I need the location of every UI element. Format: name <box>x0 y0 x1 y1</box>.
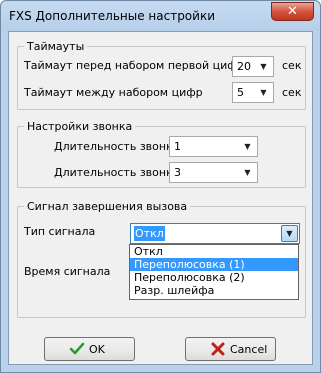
first-digit-timeout-unit: сек <box>282 59 302 72</box>
ok-button[interactable]: OK <box>44 337 135 361</box>
timeouts-legend: Таймауты <box>24 40 88 53</box>
first-digit-timeout-label: Таймаут перед набором первой цифры <box>24 59 253 72</box>
between-digits-timeout-value: 5 <box>237 86 244 99</box>
first-digit-timeout-value: 20 <box>237 60 251 73</box>
dropdown-option[interactable]: Откл <box>130 245 298 258</box>
ring-duration-1-label: Длительность звонка <box>54 140 180 153</box>
signal-type-select[interactable]: Откл ▼ <box>130 223 300 244</box>
window-title: FXS Дополнительные настройки <box>9 9 215 23</box>
first-digit-timeout-select[interactable]: 20 ▼ <box>232 56 274 77</box>
chevron-down-icon[interactable]: ▼ <box>256 85 271 100</box>
between-digits-timeout-label: Таймаут между набором цифр <box>24 86 203 99</box>
ring-duration-2-label: Длительность звонка <box>54 166 180 179</box>
signal-type-dropdown-list[interactable]: Откл Переполюсовка (1) Переполюсовка (2)… <box>129 244 299 300</box>
checkmark-icon <box>69 342 85 355</box>
dialog-client-area: Таймауты Таймаут перед набором первой ци… <box>8 31 313 365</box>
chevron-down-icon[interactable]: ▼ <box>281 225 298 242</box>
ok-button-label: OK <box>89 343 105 356</box>
dialog-window: FXS Дополнительные настройки ✕ Таймауты … <box>0 0 321 373</box>
dropdown-option[interactable]: Разр. шлейфа <box>130 284 298 297</box>
cancel-button-label: Cancel <box>230 343 268 356</box>
cancel-x-icon <box>211 342 225 356</box>
ring-settings-group: Настройки звонка Длительность звонка 1 ▼… <box>17 120 306 188</box>
ring-duration-1-select[interactable]: 1 ▼ <box>169 136 258 157</box>
ring-duration-1-value: 1 <box>174 140 181 153</box>
chevron-down-icon[interactable]: ▼ <box>256 59 271 74</box>
chevron-down-icon[interactable]: ▼ <box>240 139 255 154</box>
between-digits-timeout-unit: сек <box>282 86 302 99</box>
close-button[interactable]: ✕ <box>271 2 314 21</box>
title-bar[interactable]: FXS Дополнительные настройки ✕ <box>1 1 320 31</box>
cancel-button[interactable]: Cancel <box>185 337 276 361</box>
timeouts-group: Таймауты Таймаут перед набором первой ци… <box>17 40 306 110</box>
ring-settings-legend: Настройки звонка <box>24 120 136 133</box>
dropdown-option[interactable]: Переполюсовка (2) <box>130 271 298 284</box>
ring-duration-2-value: 3 <box>174 166 181 179</box>
end-signal-legend: Сигнал завершения вызова <box>24 200 191 213</box>
signal-time-label: Время сигнала <box>24 265 111 278</box>
signal-type-selected-value: Откл <box>134 226 165 241</box>
ring-duration-2-select[interactable]: 3 ▼ <box>169 162 258 183</box>
chevron-down-icon[interactable]: ▼ <box>240 165 255 180</box>
dropdown-option[interactable]: Переполюсовка (1) <box>130 258 298 271</box>
signal-type-label: Тип сигнала <box>24 225 96 238</box>
between-digits-timeout-select[interactable]: 5 ▼ <box>232 82 274 103</box>
